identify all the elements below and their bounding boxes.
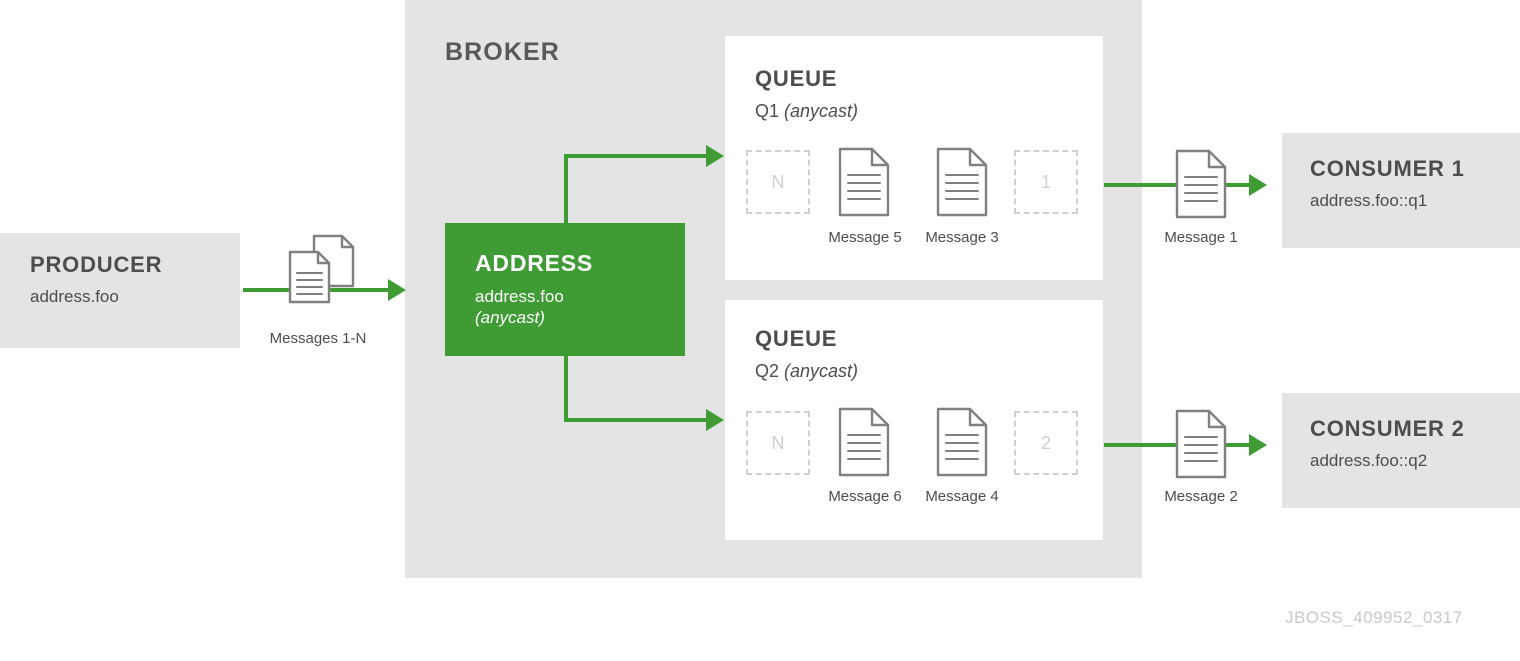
address-to-queue2-arrowhead: [706, 409, 724, 431]
consumer1-flow-label: Message 1: [1164, 229, 1238, 246]
address-to-queue1-stem: [564, 154, 568, 226]
queue2-title: QUEUE: [755, 326, 838, 351]
producer-subtitle: address.foo: [30, 287, 119, 306]
queue2-message-4-label: Message 4: [925, 488, 999, 505]
address-routing-type: (anycast): [475, 308, 545, 327]
queue1-slot-placeholder-1: 1: [1014, 150, 1078, 214]
broker-label: BROKER: [445, 38, 560, 66]
producer-title: PRODUCER: [30, 252, 163, 277]
address-name: address.foo: [475, 287, 564, 306]
queue1-slot-placeholder-1-label: 1: [1040, 171, 1051, 192]
queue1-name: Q1: [755, 101, 780, 121]
queue2-message-4-icon: [936, 407, 988, 482]
consumer1-message-icon: [1175, 149, 1227, 224]
queue1-message-5-icon: [838, 147, 890, 222]
consumer1-subtitle: address.foo::q1: [1310, 191, 1428, 210]
consumer2-message-icon: [1175, 409, 1227, 484]
queue1-title: QUEUE: [755, 66, 838, 91]
queue1-subtitle: Q1 (anycast): [755, 101, 858, 122]
queue2-routing-type: (anycast): [784, 361, 859, 381]
address-to-queue2-line: [564, 418, 709, 422]
producer-to-address-arrowhead: [388, 279, 406, 301]
consumer1-title: CONSUMER 1: [1310, 156, 1465, 181]
queue2-slot-placeholder-n-label: N: [771, 432, 785, 453]
queue1-routing-type: (anycast): [784, 101, 859, 121]
address-to-queue1-line: [564, 154, 709, 158]
queue2-slot-placeholder-n: N: [746, 411, 810, 475]
diagram-canvas: BROKER PRODUCER address.foo Messages 1-N…: [0, 0, 1520, 661]
consumer2-title: CONSUMER 2: [1310, 416, 1465, 441]
producer-flow-label: Messages 1-N: [269, 330, 367, 347]
queue2-message-6-icon: [838, 407, 890, 482]
consumer2-subtitle: address.foo::q2: [1310, 451, 1428, 470]
queue1-to-consumer1-arrowhead: [1249, 174, 1267, 196]
queue2-subtitle: Q2 (anycast): [755, 361, 858, 382]
queue2-name: Q2: [755, 361, 780, 381]
queue1-slot-placeholder-n: N: [746, 150, 810, 214]
queue1-message-3-label: Message 3: [925, 229, 999, 246]
stacked-documents-icon: [283, 234, 359, 311]
queue2-slot-placeholder-2-label: 2: [1040, 432, 1051, 453]
queue1-message-3-icon: [936, 147, 988, 222]
footer-reference-code: JBOSS_409952_0317: [1285, 608, 1463, 627]
address-to-queue2-stem: [564, 353, 568, 422]
queue2-to-consumer2-arrowhead: [1249, 434, 1267, 456]
queue2-slot-placeholder-2: 2: [1014, 411, 1078, 475]
address-to-queue1-arrowhead: [706, 145, 724, 167]
address-title: ADDRESS: [475, 250, 594, 276]
consumer2-flow-label: Message 2: [1164, 488, 1238, 505]
queue1-slot-placeholder-n-label: N: [771, 171, 785, 192]
